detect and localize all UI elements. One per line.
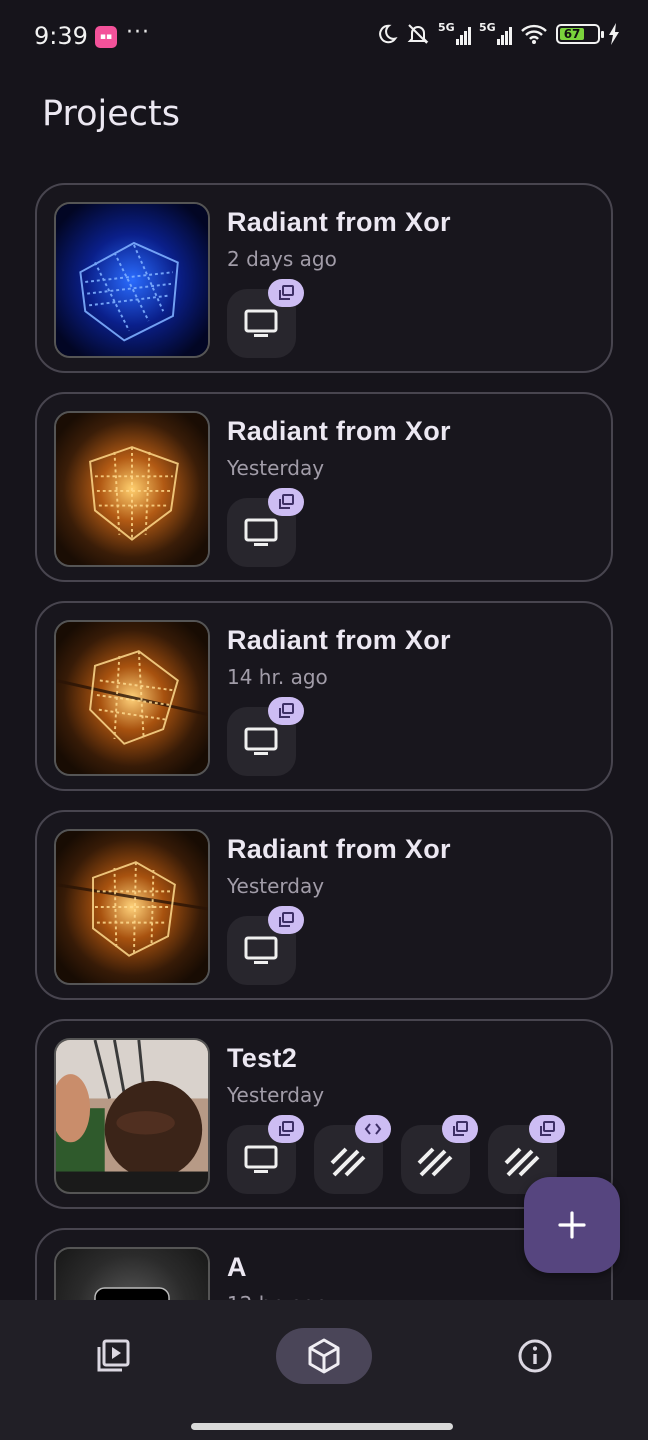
- battery-icon: 67: [556, 24, 604, 44]
- status-time: 9:39: [34, 22, 88, 50]
- project-title: Radiant from Xor: [227, 834, 451, 864]
- gallery-badge-icon: [268, 1115, 304, 1143]
- project-time: Yesterday: [227, 1083, 325, 1107]
- project-time: 12 hr. ago: [227, 1292, 328, 1300]
- project-title: A: [227, 1252, 247, 1282]
- project-card[interactable]: Radiant from Xor Yesterday: [35, 392, 613, 582]
- gallery-badge-icon: [268, 697, 304, 725]
- monitor-icon: [244, 309, 278, 337]
- project-list[interactable]: Radiant from Xor 2 days ago Radiant from…: [35, 183, 613, 1300]
- project-title: Radiant from Xor: [227, 416, 451, 446]
- project-card[interactable]: Radiant from Xor 2 days ago: [35, 183, 613, 373]
- page-title: Projects: [42, 94, 180, 134]
- battery-level: 67: [560, 28, 585, 40]
- monitor-icon: [244, 1145, 278, 1173]
- bilibili-app-icon: ▪▪: [95, 26, 117, 48]
- project-title: Radiant from Xor: [227, 207, 451, 237]
- project-time: 2 days ago: [227, 247, 337, 271]
- nav-videos[interactable]: [86, 1328, 140, 1384]
- code-badge-icon: [355, 1115, 391, 1143]
- gallery-badge-icon: [529, 1115, 565, 1143]
- display-chip[interactable]: [227, 279, 304, 358]
- monitor-icon: [244, 936, 278, 964]
- wifi-icon: [521, 24, 547, 44]
- gallery-badge-icon: [442, 1115, 478, 1143]
- display-chip[interactable]: [227, 488, 304, 567]
- project-title: Test2: [227, 1043, 298, 1073]
- striped-pattern-icon: [330, 1147, 366, 1177]
- charging-icon: [609, 23, 619, 45]
- info-icon: [518, 1339, 552, 1373]
- project-time: Yesterday: [227, 456, 325, 480]
- pattern-chip[interactable]: [401, 1115, 478, 1194]
- project-thumbnail: [54, 202, 210, 358]
- signal-5g-2-icon: 5G: [479, 21, 512, 45]
- gallery-badge-icon: [268, 279, 304, 307]
- chip-row: [227, 697, 304, 776]
- bottom-navigation: [0, 1300, 648, 1440]
- chip-row: [227, 906, 304, 985]
- project-thumbnail: [54, 829, 210, 985]
- add-project-button[interactable]: [524, 1177, 620, 1273]
- display-chip[interactable]: [227, 1115, 304, 1194]
- display-chip[interactable]: [227, 697, 304, 776]
- project-card[interactable]: Radiant from Xor Yesterday: [35, 810, 613, 1000]
- nav-projects[interactable]: [276, 1328, 372, 1384]
- moon-icon: [379, 24, 398, 44]
- status-icons: 5G 5G 67: [376, 21, 620, 46]
- more-notifications-icon: ···: [126, 20, 150, 45]
- project-title: Radiant from Xor: [227, 625, 451, 655]
- project-time: 14 hr. ago: [227, 665, 328, 689]
- project-thumbnail: [54, 1247, 210, 1300]
- project-card[interactable]: Test2 Yesterday: [35, 1019, 613, 1209]
- add-icon: [558, 1211, 586, 1239]
- project-thumbnail: [54, 1038, 210, 1194]
- striped-pattern-icon: [504, 1147, 540, 1177]
- nav-info[interactable]: [508, 1328, 562, 1384]
- cube-icon: [308, 1338, 340, 1374]
- gallery-badge-icon: [268, 906, 304, 934]
- project-time: Yesterday: [227, 874, 325, 898]
- project-card[interactable]: Radiant from Xor 14 hr. ago: [35, 601, 613, 791]
- gallery-badge-icon: [268, 488, 304, 516]
- striped-pattern-icon: [417, 1147, 453, 1177]
- chip-row: [227, 279, 304, 358]
- chip-row: [227, 488, 304, 567]
- chip-row: [227, 1115, 565, 1194]
- home-indicator[interactable]: [191, 1423, 453, 1430]
- muted-bell-icon: [407, 24, 429, 44]
- display-chip[interactable]: [227, 906, 304, 985]
- project-thumbnail: [54, 411, 210, 567]
- monitor-icon: [244, 727, 278, 755]
- monitor-icon: [244, 518, 278, 546]
- signal-5g-1-icon: 5G: [438, 21, 471, 45]
- status-bar: 9:39 ▪▪ ··· 5G 5G 67: [0, 0, 648, 76]
- project-thumbnail: [54, 620, 210, 776]
- pattern-chip[interactable]: [314, 1115, 391, 1194]
- video-library-icon: [97, 1339, 130, 1372]
